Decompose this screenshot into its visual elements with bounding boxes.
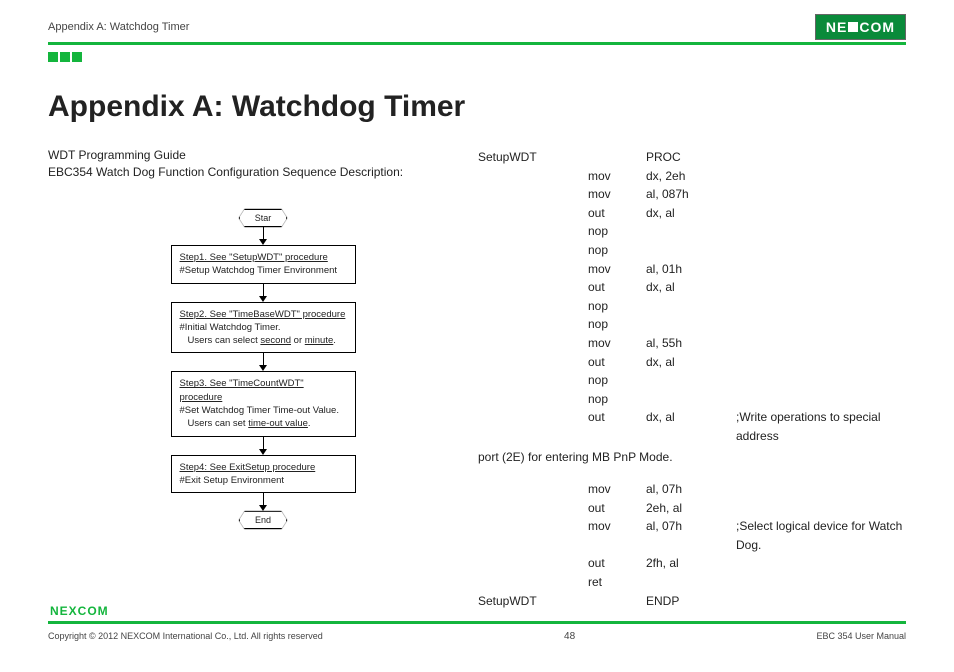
code-line: nop: [478, 371, 906, 390]
flow-step-2: Step2. See "TimeBaseWDT" procedure #Init…: [171, 302, 356, 354]
footer-divider: [48, 621, 906, 624]
arrow-icon: [259, 493, 267, 511]
breadcrumb: Appendix A: Watchdog Timer: [48, 21, 189, 33]
manual-name: EBC 354 User Manual: [816, 631, 906, 642]
code-line: movdx, 2eh: [478, 167, 906, 186]
code-line: out2fh, al: [478, 554, 906, 573]
code-line: ret: [478, 573, 906, 592]
code-line: SetupWDTPROC: [478, 148, 906, 167]
code-line: nop: [478, 222, 906, 241]
header-divider: [48, 42, 906, 45]
content-area: WDT Programming Guide EBC354 Watch Dog F…: [48, 148, 906, 610]
code-line: moval, 07h: [478, 480, 906, 499]
code-line: outdx, al: [478, 353, 906, 372]
copyright: Copyright © 2012 NEXCOM International Co…: [48, 631, 323, 642]
code-column: SetupWDTPROCmovdx, 2ehmoval, 087houtdx, …: [478, 148, 906, 610]
code-line: moval, 01h: [478, 260, 906, 279]
code-line: outdx, al: [478, 204, 906, 223]
code-line: nop: [478, 315, 906, 334]
code-line: nop: [478, 297, 906, 316]
logo-top: NECOM: [815, 14, 906, 40]
decorative-squares: [48, 52, 82, 62]
code-line: outdx, al;Write operations to special ad…: [478, 408, 906, 445]
code-line: outdx, al: [478, 278, 906, 297]
code-line: SetupWDTENDP: [478, 592, 906, 611]
code-line: moval, 55h: [478, 334, 906, 353]
flow-step-3: Step3. See "TimeCountWDT" procedure #Set…: [171, 371, 356, 436]
flow-end: End: [239, 511, 287, 529]
arrow-icon: [259, 353, 267, 371]
intro-line-1: WDT Programming Guide: [48, 148, 478, 162]
arrow-icon: [259, 437, 267, 455]
intro-line-2: EBC354 Watch Dog Function Configuration …: [48, 165, 478, 179]
left-column: WDT Programming Guide EBC354 Watch Dog F…: [48, 148, 478, 610]
code-line: moval, 087h: [478, 185, 906, 204]
arrow-icon: [259, 227, 267, 245]
flow-step-4: Step4: See ExitSetup procedure #Exit Set…: [171, 455, 356, 494]
code-line: nop: [478, 241, 906, 260]
page-number: 48: [564, 631, 575, 642]
flowchart: Star Step1. See "SetupWDT" procedure #Se…: [48, 209, 478, 529]
footer-row: Copyright © 2012 NEXCOM International Co…: [48, 631, 906, 642]
page-title: Appendix A: Watchdog Timer: [48, 90, 465, 124]
code-line: out2eh, al: [478, 499, 906, 518]
code-line: moval, 07h;Select logical device for Wat…: [478, 517, 906, 554]
arrow-icon: [259, 284, 267, 302]
flow-step-1: Step1. See "SetupWDT" procedure #Setup W…: [171, 245, 356, 284]
code-note: port (2E) for entering MB PnP Mode.: [478, 448, 906, 467]
flow-start: Star: [239, 209, 287, 227]
logo-bottom: NEXCOM: [48, 604, 111, 618]
code-line: nop: [478, 390, 906, 409]
